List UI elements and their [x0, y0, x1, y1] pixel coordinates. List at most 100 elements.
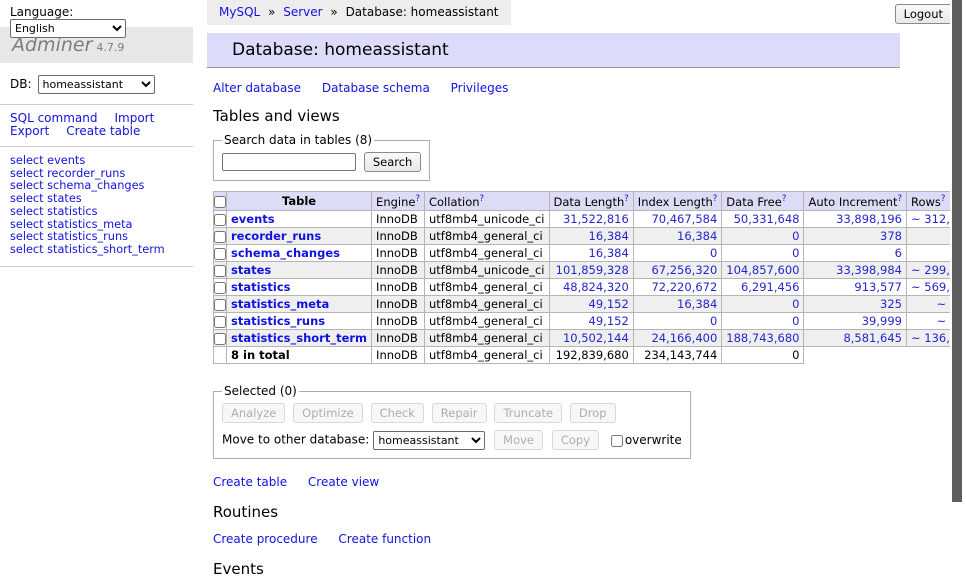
- privileges-link[interactable]: Privileges: [451, 81, 509, 95]
- index-length-link[interactable]: 0: [710, 314, 717, 328]
- select-all-checkbox[interactable]: [214, 196, 226, 208]
- optimize-button[interactable]: Optimize: [293, 403, 363, 423]
- row-select-checkbox[interactable]: [214, 333, 226, 345]
- table-link-statistics-meta[interactable]: statistics_meta: [231, 297, 329, 311]
- auto-increment-link[interactable]: 325: [880, 297, 902, 311]
- search-fieldset: Search data in tables (8) Search: [213, 133, 430, 181]
- column-header-index-length: Index Length?: [633, 192, 722, 211]
- overwrite-option[interactable]: overwrite: [611, 433, 682, 447]
- table-link-states[interactable]: states: [231, 263, 271, 277]
- index-length-link[interactable]: 67,256,320: [651, 263, 717, 277]
- index-length-link[interactable]: 16,384: [677, 229, 717, 243]
- alter-database-link[interactable]: Alter database: [213, 81, 301, 95]
- index-length-link[interactable]: 70,467,584: [651, 212, 717, 226]
- search-button[interactable]: Search: [364, 152, 422, 172]
- sidebar-item-select-statistics-short-term[interactable]: select statistics_short_term: [10, 244, 193, 257]
- index-length-link[interactable]: 24,166,400: [651, 331, 717, 345]
- create-table-link[interactable]: Create table: [213, 475, 287, 489]
- data-length-link[interactable]: 49,152: [589, 314, 629, 328]
- search-input[interactable]: [222, 153, 356, 171]
- data-length-link[interactable]: 48,824,320: [563, 280, 629, 294]
- logout-button[interactable]: Logout: [895, 4, 952, 24]
- app-version: 4.7.9: [96, 41, 124, 54]
- data-free-help-link[interactable]: ?: [782, 194, 787, 204]
- data-length-help-link[interactable]: ?: [624, 194, 629, 204]
- data-free-link[interactable]: 188,743,680: [726, 331, 799, 345]
- move-button[interactable]: Move: [494, 430, 543, 450]
- database-schema-link[interactable]: Database schema: [322, 81, 430, 95]
- move-row: Move to other database:homeassistant Mov…: [222, 430, 682, 450]
- table-link-recorder-runs[interactable]: recorder_runs: [231, 229, 321, 243]
- total-index-length: 234,143,744: [633, 347, 722, 364]
- data-length-link[interactable]: 16,384: [589, 229, 629, 243]
- create-view-link[interactable]: Create view: [308, 475, 379, 489]
- breadcrumb-mysql-link[interactable]: MySQL: [219, 5, 260, 19]
- row-select-checkbox[interactable]: [214, 214, 226, 226]
- auto-increment-link[interactable]: 8,581,645: [843, 331, 902, 345]
- data-length-link[interactable]: 16,384: [589, 246, 629, 260]
- create-procedure-link[interactable]: Create procedure: [213, 532, 318, 546]
- engine-help-link[interactable]: ?: [415, 194, 420, 204]
- breadcrumb-server-link[interactable]: Server: [283, 5, 322, 19]
- auto-increment-link[interactable]: 33,898,196: [836, 212, 902, 226]
- auto-increment-link[interactable]: 913,577: [854, 280, 902, 294]
- index-length-link[interactable]: 0: [710, 246, 717, 260]
- create-function-link[interactable]: Create function: [338, 532, 431, 546]
- index-length-help-link[interactable]: ?: [713, 194, 718, 204]
- sidebar-item-select-states[interactable]: select states: [10, 193, 193, 206]
- rows-help-link[interactable]: ?: [941, 194, 946, 204]
- repair-button[interactable]: Repair: [432, 403, 487, 423]
- create-table-link-sidebar[interactable]: Create table: [66, 124, 140, 138]
- scrollbar-thumb[interactable]: [952, 0, 962, 502]
- table-row-statistics: statistics InnoDB utf8mb4_general_ci 48,…: [214, 279, 966, 296]
- data-free-link[interactable]: 6,291,456: [741, 280, 800, 294]
- engine-cell: InnoDB: [372, 313, 425, 330]
- row-select-checkbox[interactable]: [214, 316, 226, 328]
- row-select-checkbox[interactable]: [214, 282, 226, 294]
- table-link-statistics-short-term[interactable]: statistics_short_term: [231, 331, 367, 345]
- sql-command-link[interactable]: SQL command: [10, 111, 97, 125]
- table-link-events[interactable]: events: [231, 212, 275, 226]
- row-select-checkbox[interactable]: [214, 299, 226, 311]
- sidebar-item-select-events[interactable]: select events: [10, 155, 193, 168]
- drop-button[interactable]: Drop: [570, 403, 616, 423]
- db-select[interactable]: homeassistant: [38, 75, 155, 94]
- data-free-link[interactable]: 0: [792, 229, 799, 243]
- data-length-link[interactable]: 101,859,328: [556, 263, 629, 277]
- auto-increment-link[interactable]: 378: [880, 229, 902, 243]
- check-button[interactable]: Check: [371, 403, 424, 423]
- index-length-link[interactable]: 16,384: [677, 297, 717, 311]
- truncate-button[interactable]: Truncate: [494, 403, 562, 423]
- scrollbar-track[interactable]: [950, 0, 966, 543]
- row-select-checkbox[interactable]: [214, 265, 226, 277]
- auto-increment-link[interactable]: 39,999: [862, 314, 902, 328]
- data-length-link[interactable]: 10,502,144: [563, 331, 629, 345]
- move-db-select[interactable]: homeassistant: [373, 431, 485, 450]
- table-link-schema-changes[interactable]: schema_changes: [231, 246, 340, 260]
- data-free-link[interactable]: 50,331,648: [734, 212, 800, 226]
- collation-help-link[interactable]: ?: [480, 194, 485, 204]
- row-select-checkbox[interactable]: [214, 231, 226, 243]
- export-link[interactable]: Export: [10, 124, 49, 138]
- auto-increment-link[interactable]: 6: [895, 246, 902, 260]
- data-free-link[interactable]: 0: [792, 314, 799, 328]
- collation-cell: utf8mb4_general_ci: [424, 245, 549, 262]
- data-length-link[interactable]: 49,152: [589, 297, 629, 311]
- column-header-data-free: Data Free?: [722, 192, 804, 211]
- data-free-link[interactable]: 0: [792, 297, 799, 311]
- row-select-checkbox[interactable]: [214, 248, 226, 260]
- data-length-link[interactable]: 31,522,816: [563, 212, 629, 226]
- data-free-link[interactable]: 0: [792, 246, 799, 260]
- analyze-button[interactable]: Analyze: [222, 403, 285, 423]
- engine-cell: InnoDB: [372, 330, 425, 347]
- table-link-statistics[interactable]: statistics: [231, 280, 291, 294]
- copy-button[interactable]: Copy: [552, 430, 599, 450]
- sidebar-item-select-statistics[interactable]: select statistics: [10, 206, 193, 219]
- table-link-statistics-runs[interactable]: statistics_runs: [231, 314, 325, 328]
- auto-increment-link[interactable]: 33,398,984: [836, 263, 902, 277]
- auto-increment-help-link[interactable]: ?: [897, 194, 902, 204]
- overwrite-checkbox[interactable]: [611, 435, 623, 447]
- import-link[interactable]: Import: [114, 111, 154, 125]
- data-free-link[interactable]: 104,857,600: [726, 263, 799, 277]
- index-length-link[interactable]: 72,220,672: [651, 280, 717, 294]
